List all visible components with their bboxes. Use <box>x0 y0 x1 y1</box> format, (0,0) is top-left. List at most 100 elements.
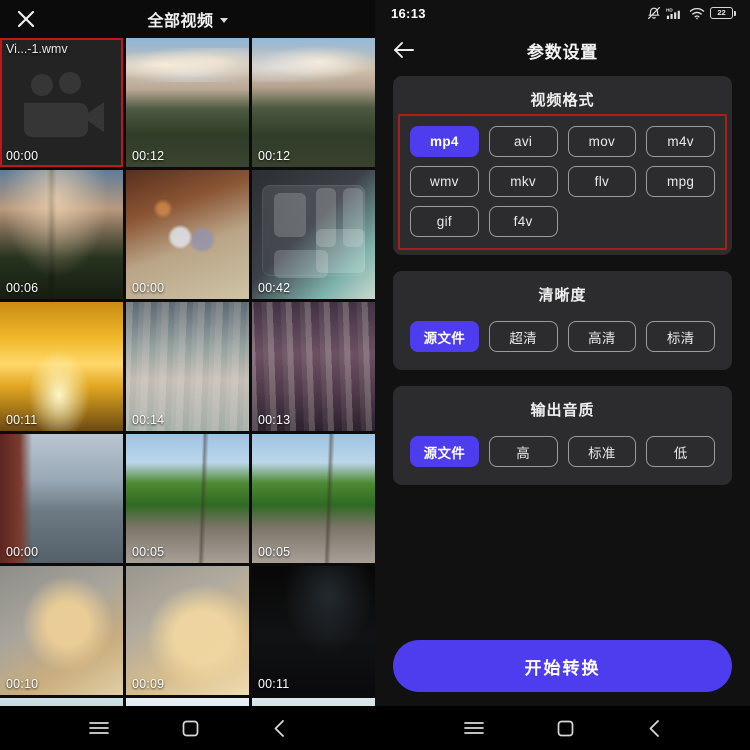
option-gif[interactable]: gif <box>410 206 479 237</box>
thumbnail-duration: 00:14 <box>132 413 165 427</box>
thumbnail-image <box>0 170 123 299</box>
thumbnail-image <box>0 434 123 563</box>
thumbnail-duration: 00:05 <box>258 545 291 559</box>
video-thumbnail[interactable]: 00:11 <box>252 566 375 695</box>
home-square-icon[interactable] <box>557 720 574 737</box>
album-label: 全部视频 <box>147 13 214 30</box>
video-camera-icon <box>16 69 108 141</box>
option-avi[interactable]: avi <box>488 126 558 157</box>
thumbnail-image <box>252 170 375 299</box>
video-thumbnail[interactable]: 00:12 <box>126 38 249 167</box>
thumbnail-image <box>126 38 249 167</box>
thumbnail-duration: 00:12 <box>132 149 165 163</box>
start-convert-button[interactable]: 开始转换 <box>393 640 732 692</box>
settings-card-video-format: 视频格式 mp4 avi mov m4v wmv mkv flv mpg gif f4v <box>393 76 732 255</box>
thumbnail-image <box>126 170 249 299</box>
thumbnail-image <box>252 434 375 563</box>
video-thumbnail[interactable]: 00:13 <box>252 302 375 431</box>
thumbnail-duration: 00:11 <box>6 413 38 427</box>
option-mov[interactable]: mov <box>567 126 637 157</box>
option-标准[interactable]: 标准 <box>567 436 637 467</box>
option-grid: mp4 avi mov m4v wmv mkv flv mpg gif f4v <box>405 122 720 241</box>
option-超清[interactable]: 超清 <box>488 321 558 352</box>
thumbnail-duration: 00:42 <box>258 281 291 295</box>
menu-icon[interactable] <box>88 720 109 736</box>
option-源文件[interactable]: 源文件 <box>410 321 479 352</box>
thumbnail-duration: 00:06 <box>6 281 39 295</box>
status-time: 16:13 <box>391 5 426 21</box>
album-selector[interactable]: 全部视频 <box>0 7 375 31</box>
video-thumbnail[interactable]: 00:05 <box>252 434 375 563</box>
option-grid: 源文件 超清 高清 标清 <box>405 317 720 356</box>
settings-panel: 16:13 HD 22 参数设置 视频格式 mp4 avi mov m4v wm… <box>375 0 750 750</box>
option-mp4[interactable]: mp4 <box>410 126 479 157</box>
video-thumbnail[interactable]: 00:05 <box>126 434 249 563</box>
dual-panel-screenshot: 全部视频 Vi...-1.wmv 00:00 00:12 00:12 00:06 00:0… <box>0 0 750 750</box>
video-thumbnail[interactable]: 00:00 <box>126 170 249 299</box>
thumbnail-image <box>0 302 123 431</box>
thumbnail-duration: 00:00 <box>6 545 39 559</box>
start-button-wrap: 开始转换 <box>375 640 750 692</box>
thumbnail-duration: 00:13 <box>258 413 291 427</box>
thumbnail-duration: 00:09 <box>132 677 165 691</box>
bell-off-icon <box>647 6 661 20</box>
option-mkv[interactable]: mkv <box>488 166 558 197</box>
thumbnail-duration: 00:00 <box>132 281 165 295</box>
settings-topbar: 参数设置 <box>375 26 750 74</box>
page-title: 参数设置 <box>526 42 599 62</box>
status-bar: 16:13 HD 22 <box>375 0 750 26</box>
option-wmv[interactable]: wmv <box>410 166 479 197</box>
thumbnail-image <box>0 566 123 695</box>
option-flv[interactable]: flv <box>567 166 637 197</box>
option-标清[interactable]: 标清 <box>646 321 715 352</box>
option-f4v[interactable]: f4v <box>488 206 558 237</box>
chevron-down-icon <box>219 18 228 23</box>
card-title: 清晰度 <box>538 287 587 304</box>
video-thumbnail-grid: Vi...-1.wmv 00:00 00:12 00:12 00:06 00:00 00:4… <box>0 38 375 750</box>
thumbnail-image <box>252 302 375 431</box>
option-源文件[interactable]: 源文件 <box>410 436 479 467</box>
thumbnail-duration: 00:00 <box>6 149 39 163</box>
video-thumbnail[interactable]: 00:14 <box>126 302 249 431</box>
thumbnail-image <box>0 38 123 167</box>
battery-level: 22 <box>717 8 726 18</box>
settings-sections: 视频格式 mp4 avi mov m4v wmv mkv flv mpg gif f4v 清晰度 源文件… <box>375 74 750 485</box>
thumbnail-duration: 00:11 <box>258 677 290 691</box>
hd-signal-icon: HD <box>666 6 684 20</box>
video-thumbnail[interactable]: 00:06 <box>0 170 123 299</box>
settings-card-audio-quality: 输出音质源文件高标准低 <box>393 386 732 485</box>
video-thumbnail[interactable]: 00:10 <box>0 566 123 695</box>
status-icons: HD 22 <box>647 6 736 20</box>
video-thumbnail[interactable]: 00:42 <box>252 170 375 299</box>
back-chevron-icon[interactable] <box>648 719 661 738</box>
thumbnail-filename: Vi...-1.wmv <box>6 42 68 56</box>
video-thumbnail[interactable]: Vi...-1.wmv 00:00 <box>0 38 123 167</box>
picker-topbar: 全部视频 <box>0 0 375 38</box>
video-thumbnail[interactable]: 00:00 <box>0 434 123 563</box>
video-picker-panel: 全部视频 Vi...-1.wmv 00:00 00:12 00:12 00:06 00:0… <box>0 0 375 750</box>
option-高清[interactable]: 高清 <box>567 321 637 352</box>
option-grid: 源文件高标准低 <box>405 432 720 471</box>
svg-text:HD: HD <box>666 7 673 12</box>
back-chevron-icon[interactable] <box>273 719 286 738</box>
option-mpg[interactable]: mpg <box>646 166 715 197</box>
thumbnail-duration: 00:12 <box>258 149 291 163</box>
option-m4v[interactable]: m4v <box>646 126 715 157</box>
thumbnail-image <box>252 38 375 167</box>
option-高[interactable]: 高 <box>488 436 558 467</box>
menu-icon[interactable] <box>463 720 484 736</box>
option-低[interactable]: 低 <box>646 436 715 467</box>
video-thumbnail[interactable]: 00:09 <box>126 566 249 695</box>
video-thumbnail[interactable]: 00:11 <box>0 302 123 431</box>
thumbnail-image <box>126 566 249 695</box>
settings-card-clarity: 清晰度源文件 超清 高清 标清 <box>393 271 732 370</box>
thumbnail-duration: 00:05 <box>132 545 165 559</box>
left-system-navbar <box>0 706 375 750</box>
card-title: 输出音质 <box>530 402 595 419</box>
video-thumbnail[interactable]: 00:12 <box>252 38 375 167</box>
thumbnail-duration: 00:10 <box>6 677 39 691</box>
thumbnail-image <box>126 434 249 563</box>
home-square-icon[interactable] <box>182 720 199 737</box>
thumbnail-image <box>252 566 375 695</box>
battery-icon: 22 <box>710 7 736 19</box>
